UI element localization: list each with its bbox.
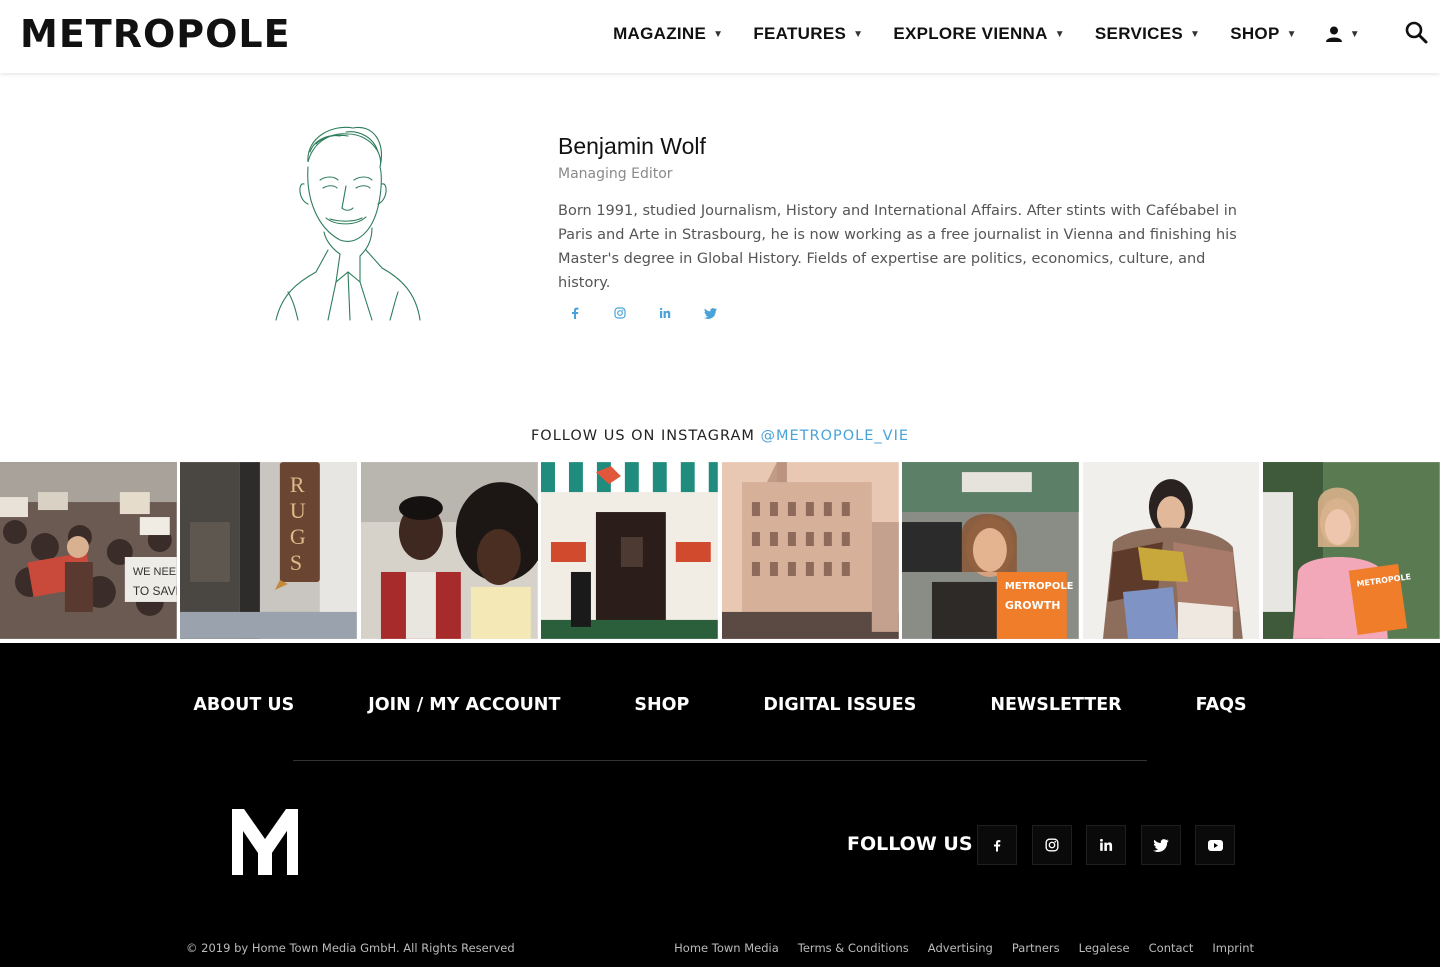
instagram-tile-climate-protest[interactable]: WE NEE TO SAVE xyxy=(0,462,177,639)
site-logo[interactable]: METROPOLE xyxy=(20,14,291,54)
search-icon[interactable] xyxy=(1402,18,1432,48)
twitter-icon[interactable] xyxy=(699,302,721,324)
instagram-tile-cafe-entrance[interactable] xyxy=(541,462,719,639)
footer-link-faqs[interactable]: FAQS xyxy=(1196,695,1247,715)
nav-user-menu[interactable]: ▼ xyxy=(1325,25,1360,43)
footer-link-home-town-media[interactable]: Home Town Media xyxy=(674,941,779,955)
nav-explore-vienna[interactable]: EXPLORE VIENNA ▼ xyxy=(893,24,1065,44)
instagram-icon[interactable] xyxy=(1031,825,1072,865)
instagram-feed: WE NEE TO SAVE R U G S xyxy=(0,462,1440,639)
chevron-down-icon: ▼ xyxy=(1054,28,1065,40)
nav-features[interactable]: FEATURES ▼ xyxy=(753,24,863,44)
main-nav: MAGAZINE ▼ FEATURES ▼ EXPLORE VIENNA ▼ SERV… xyxy=(583,0,1360,68)
instagram-tile-vienna-building[interactable] xyxy=(721,462,899,639)
instagram-tile-couple-portrait[interactable] xyxy=(360,462,538,639)
nav-magazine[interactable]: MAGAZINE ▼ xyxy=(613,24,723,44)
chevron-down-icon: ▼ xyxy=(853,28,864,40)
svg-text:TO SAVE: TO SAVE xyxy=(133,584,177,598)
instagram-heading: FOLLOW US ON INSTAGRAM @METROPOLE_VIE xyxy=(0,428,1440,444)
svg-text:METROPOLE: METROPOLE xyxy=(1005,581,1074,592)
instagram-tile-woman-pink-sweater[interactable]: METROPOLE xyxy=(1263,462,1440,639)
footer-divider xyxy=(293,760,1147,761)
footer-link-partners[interactable]: Partners xyxy=(1012,941,1060,955)
chevron-down-icon: ▼ xyxy=(713,28,724,40)
footer-link-digital-issues[interactable]: DIGITAL ISSUES xyxy=(763,695,916,715)
instagram-heading-text: FOLLOW US ON INSTAGRAM xyxy=(530,428,755,444)
youtube-icon[interactable] xyxy=(1195,825,1235,865)
footer-legal-links: Home Town Media Terms & Conditions Adver… xyxy=(655,941,1254,955)
footer-link-newsletter[interactable]: NEWSLETTER xyxy=(990,695,1121,715)
svg-text:GROWTH: GROWTH xyxy=(1005,599,1061,612)
linkedin-icon[interactable] xyxy=(654,302,676,324)
nav-magazine-label: MAGAZINE xyxy=(613,24,707,43)
footer-logo-mark[interactable] xyxy=(232,809,298,875)
svg-text:G: G xyxy=(290,524,306,549)
instagram-tile-woman-fabrics[interactable] xyxy=(1082,462,1260,639)
footer-link-imprint[interactable]: Imprint xyxy=(1212,941,1254,955)
instagram-handle-link[interactable]: @METROPOLE_VIE xyxy=(761,428,910,444)
footer-link-join-account[interactable]: JOIN / MY ACCOUNT xyxy=(368,695,560,715)
footer-link-about-us[interactable]: ABOUT US xyxy=(193,695,294,715)
footer-link-advertising[interactable]: Advertising xyxy=(928,941,993,955)
facebook-icon[interactable] xyxy=(977,825,1017,865)
chevron-down-icon: ▼ xyxy=(1190,28,1201,40)
user-icon xyxy=(1325,26,1342,42)
instagram-tile-rugs-storefront[interactable]: R U G S xyxy=(180,462,358,639)
linkedin-icon[interactable] xyxy=(1086,825,1126,865)
footer-link-shop[interactable]: SHOP xyxy=(634,695,689,715)
site-header: METROPOLE MAGAZINE ▼ FEATURES ▼ EXPLORE VI… xyxy=(0,0,1440,73)
copyright-text: © 2019 by Home Town Media GmbH. All Righ… xyxy=(186,941,515,955)
facebook-icon[interactable] xyxy=(564,302,586,324)
footer-link-contact[interactable]: Contact xyxy=(1149,941,1194,955)
chevron-down-icon: ▼ xyxy=(1286,28,1297,40)
svg-text:WE NEE: WE NEE xyxy=(133,566,176,578)
author-role: Managing Editor xyxy=(558,166,673,182)
author-bio: Born 1991, studied Journalism, History a… xyxy=(558,203,1237,291)
nav-shop[interactable]: SHOP ▼ xyxy=(1230,24,1297,44)
footer-link-terms[interactable]: Terms & Conditions xyxy=(798,941,909,955)
svg-text:S: S xyxy=(290,550,302,575)
nav-features-label: FEATURES xyxy=(753,24,847,43)
author-name: Benjamin Wolf xyxy=(558,133,706,159)
svg-text:U: U xyxy=(290,498,306,523)
follow-us-label: FOLLOW US xyxy=(847,833,973,855)
chevron-down-icon: ▼ xyxy=(1349,28,1360,40)
author-portrait xyxy=(275,126,421,321)
nav-explore-vienna-label: EXPLORE VIENNA xyxy=(893,24,1048,43)
nav-shop-label: SHOP xyxy=(1230,24,1280,43)
footer-link-legalese[interactable]: Legalese xyxy=(1079,941,1130,955)
twitter-icon[interactable] xyxy=(1140,825,1181,865)
nav-services[interactable]: SERVICES ▼ xyxy=(1095,24,1200,44)
author-social-links xyxy=(564,302,744,324)
footer-nav: ABOUT US JOIN / MY ACCOUNT SHOP DIGITAL … xyxy=(0,695,1440,715)
footer-social-links xyxy=(977,825,1250,865)
site-footer: ABOUT US JOIN / MY ACCOUNT SHOP DIGITAL … xyxy=(0,643,1440,967)
nav-services-label: SERVICES xyxy=(1094,24,1183,43)
instagram-tile-reader-magazine[interactable]: METROPOLE GROWTH xyxy=(902,462,1080,639)
svg-text:R: R xyxy=(290,472,305,497)
instagram-icon[interactable] xyxy=(609,302,631,324)
